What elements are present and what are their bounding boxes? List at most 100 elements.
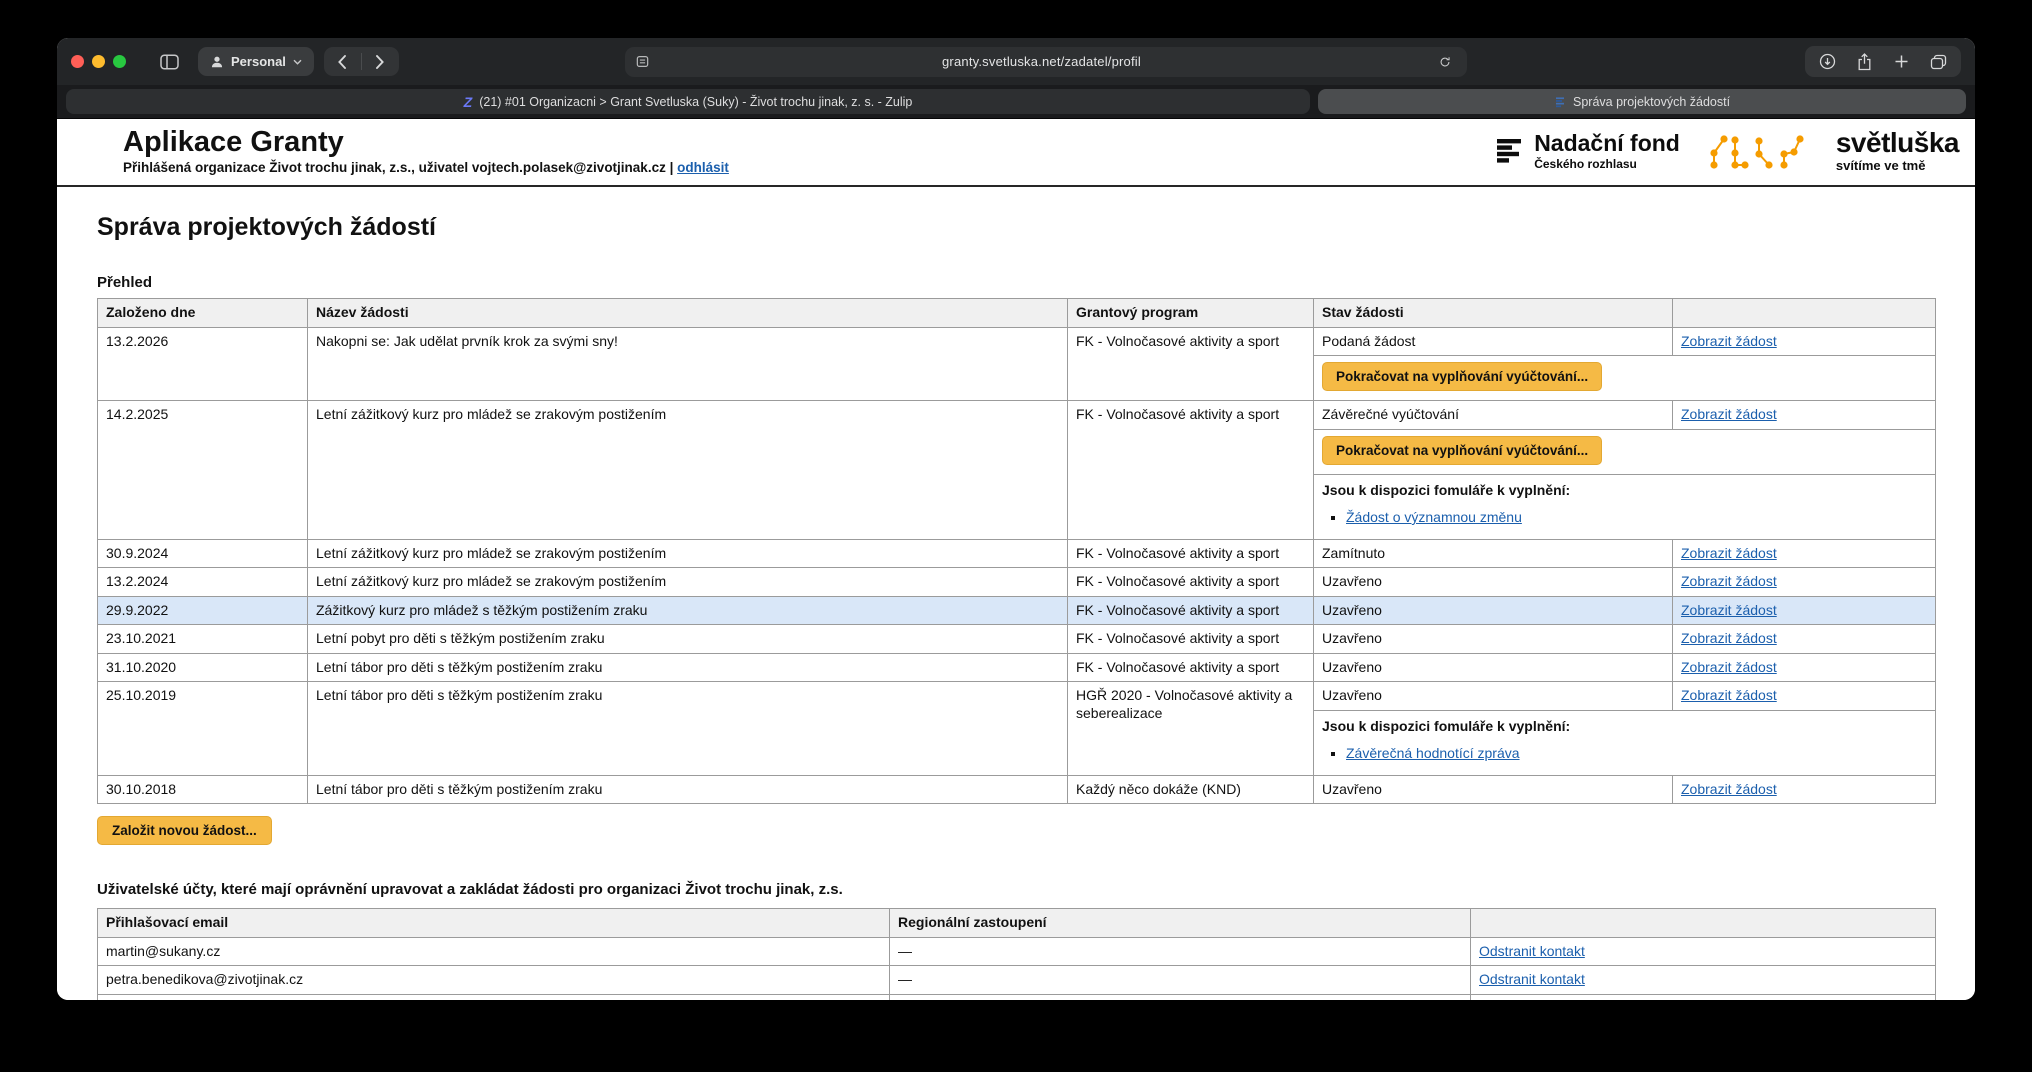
application-status: Uzavřeno (1314, 568, 1673, 597)
application-status: Uzavřeno (1314, 653, 1673, 682)
application-program: Každý něco dokáže (KND) (1068, 775, 1314, 804)
view-application-link[interactable]: Zobrazit žádost (1681, 630, 1777, 646)
back-button[interactable] (324, 47, 361, 76)
form-link[interactable]: Závěrečná hodnotící zpráva (1346, 745, 1520, 761)
forward-button[interactable] (362, 47, 399, 76)
tab-sprava-zadosti[interactable]: Správa projektových žádostí (1318, 89, 1966, 114)
account-actions-cell: Odstranit kontakt (1471, 966, 1936, 995)
tab-overview-button[interactable] (1920, 47, 1957, 76)
forms-list: Žádost o významnou změnu (1322, 509, 1927, 527)
view-application-link[interactable]: Zobrazit žádost (1681, 573, 1777, 589)
user-icon (210, 55, 224, 69)
applications-table: Založeno dne Název žádosti Grantový prog… (97, 298, 1936, 804)
downloads-button[interactable] (1809, 47, 1846, 76)
application-status: Uzavřeno (1314, 682, 1673, 711)
profile-switcher[interactable]: Personal (198, 47, 314, 76)
account-email: petra.benedikova@zivotjinak.cz (98, 966, 890, 995)
application-row: 30.10.2018Letní tábor pro děti s těžkým … (98, 775, 1936, 804)
chevron-down-icon (293, 59, 302, 65)
minimize-window-button[interactable] (92, 55, 105, 68)
application-actions-cell: Zobrazit žádost (1673, 653, 1936, 682)
application-actions-cell: Zobrazit žádost (1673, 775, 1936, 804)
navigation-buttons (324, 47, 399, 76)
sidebar-icon (160, 54, 179, 70)
tab-overview-icon (1930, 54, 1947, 70)
page-title: Správa projektových žádostí (97, 213, 1935, 242)
application-actions-cell: Zobrazit žádost (1673, 401, 1936, 430)
continue-filling-button[interactable]: Pokračovat na vyplňování vyúčtování... (1322, 362, 1602, 391)
remove-contact-link[interactable]: Odstranit kontakt (1479, 943, 1585, 959)
view-application-link[interactable]: Zobrazit žádost (1681, 406, 1777, 422)
application-actions-cell: Zobrazit žádost (1673, 625, 1936, 654)
radio-bars-icon (1495, 136, 1525, 166)
column-header-status: Stav žádosti (1314, 299, 1673, 328)
zoom-window-button[interactable] (113, 55, 126, 68)
application-name: Letní tábor pro děti s těžkým postižením… (308, 653, 1068, 682)
close-window-button[interactable] (71, 55, 84, 68)
application-name: Letní tábor pro děti s těžkým postižením… (308, 775, 1068, 804)
profile-label: Personal (231, 54, 286, 69)
forms-available-label: Jsou k dispozici fomuláře k vyplnění: (1322, 718, 1927, 736)
application-status: Uzavřeno (1314, 596, 1673, 625)
application-name: Nakopni se: Jak udělat prvník krok za sv… (308, 327, 1068, 401)
login-status-text: Přihlášená organizace Život trochu jinak… (123, 160, 673, 175)
application-row: 14.2.2025Letní zážitkový kurz pro mládež… (98, 401, 1936, 430)
nadacni-fond-subtitle: Českého rozhlasu (1534, 157, 1680, 171)
account-region: — (890, 994, 1471, 1000)
form-list-item: Žádost o významnou změnu (1346, 509, 1927, 527)
application-date: 31.10.2020 (98, 653, 308, 682)
application-status: Uzavřeno (1314, 625, 1673, 654)
continue-filling-button[interactable]: Pokračovat na vyplňování vyúčtování... (1322, 436, 1602, 465)
form-link[interactable]: Žádost o významnou změnu (1346, 509, 1522, 525)
new-tab-button[interactable] (1883, 47, 1920, 76)
accounts-table: Přihlašovací email Regionální zastoupení… (97, 908, 1936, 1000)
account-region: — (890, 937, 1471, 966)
overview-heading: Přehled (97, 274, 1935, 291)
account-region: — (890, 966, 1471, 995)
application-date: 23.10.2021 (98, 625, 308, 654)
column-header-email: Přihlašovací email (98, 909, 890, 938)
application-program: FK - Volnočasové aktivity a sport (1068, 539, 1314, 568)
continue-cell: Pokračovat na vyplňování vyúčtování... (1314, 356, 1936, 401)
view-application-link[interactable]: Zobrazit žádost (1681, 602, 1777, 618)
application-status: Závěrečné vyúčtování (1314, 401, 1673, 430)
application-actions-cell: Zobrazit žádost (1673, 596, 1936, 625)
reload-icon (1439, 55, 1451, 69)
view-application-link[interactable]: Zobrazit žádost (1681, 687, 1777, 703)
application-program: FK - Volnočasové aktivity a sport (1068, 625, 1314, 654)
forms-cell: Jsou k dispozici fomuláře k vyplnění: Záv… (1314, 710, 1936, 775)
share-button[interactable] (1846, 47, 1883, 76)
logout-link[interactable]: odhlásit (677, 160, 729, 175)
reload-button[interactable] (1433, 50, 1457, 74)
svetluska-title: světluška (1836, 129, 1959, 157)
application-name: Letní zážitkový kurz pro mládež se zrako… (308, 568, 1068, 597)
forward-icon (375, 54, 385, 70)
tab-zulip[interactable]: Z (21) #01 Organizacni > Grant Svetluska… (66, 89, 1310, 114)
view-application-link[interactable]: Zobrazit žádost (1681, 659, 1777, 675)
column-header-actions (1673, 299, 1936, 328)
view-application-link[interactable]: Zobrazit žádost (1681, 333, 1777, 349)
application-date: 30.9.2024 (98, 539, 308, 568)
address-bar[interactable]: granty.svetluska.net/zadatel/profil (625, 47, 1467, 77)
application-name: Letní zážitkový kurz pro mládež se zrako… (308, 539, 1068, 568)
application-program: HGŘ 2020 - Volnočasové aktivity a sebere… (1068, 682, 1314, 776)
application-status: Zamítnuto (1314, 539, 1673, 568)
account-row: petra.benedikova@zivotjinak.cz— Odstranit… (98, 966, 1936, 995)
application-row: 29.9.2022Zážitkový kurz pro mládež s těž… (98, 596, 1936, 625)
tab-label: (21) #01 Organizacni > Grant Svetluska (… (479, 95, 912, 109)
new-application-button[interactable]: Založit novou žádost... (97, 816, 272, 845)
view-application-link[interactable]: Zobrazit žádost (1681, 545, 1777, 561)
application-row: 30.9.2024Letní zážitkový kurz pro mládež… (98, 539, 1936, 568)
accounts-table-body: martin@sukany.cz—Odstranit kontaktpetra.… (98, 937, 1936, 1000)
application-program: FK - Volnočasové aktivity a sport (1068, 596, 1314, 625)
url-text: granty.svetluska.net/zadatel/profil (650, 54, 1433, 69)
nadacni-fond-logo: Nadační fond Českého rozhlasu (1495, 132, 1680, 171)
forms-available-label: Jsou k dispozici fomuláře k vyplnění: (1322, 482, 1927, 500)
remove-contact-link[interactable]: Odstranit kontakt (1479, 971, 1585, 987)
column-header-region: Regionální zastoupení (890, 909, 1471, 938)
account-row: vojtech.polasek@zivotjinak.cz— (98, 994, 1936, 1000)
application-date: 30.10.2018 (98, 775, 308, 804)
forms-list: Závěrečná hodnotící zpráva (1322, 745, 1927, 763)
view-application-link[interactable]: Zobrazit žádost (1681, 781, 1777, 797)
sidebar-toggle-button[interactable] (150, 47, 188, 76)
